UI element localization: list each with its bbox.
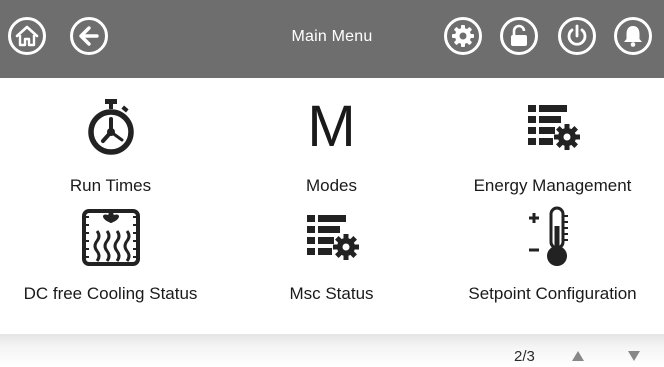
menu-item-modes[interactable]: M Modes	[221, 78, 442, 196]
menu-item-setpoint-configuration[interactable]: Setpoint Configuration	[442, 196, 663, 314]
page-up-icon	[572, 351, 584, 361]
page-indicator: 2/3	[514, 348, 535, 365]
list-settings-icon	[306, 215, 359, 260]
settings-button[interactable]	[444, 17, 482, 55]
menu-item-label: Energy Management	[473, 176, 632, 195]
menu-item-label: Run Times	[69, 176, 152, 195]
pager-bar: 2/3	[0, 334, 664, 367]
power-icon	[567, 24, 587, 46]
thermometer-setpoint-icon	[528, 206, 568, 266]
power-button[interactable]	[558, 17, 596, 55]
page-down-button[interactable]	[624, 347, 644, 365]
menu-item-label: Modes	[305, 176, 358, 195]
free-cooling-icon	[81, 209, 140, 266]
menu-item-energy-management[interactable]: Energy Management	[442, 78, 663, 196]
top-bar: Main Menu	[0, 0, 664, 78]
alarm-button[interactable]	[614, 17, 652, 55]
lock-icon	[511, 24, 527, 46]
page-up-button[interactable]	[568, 347, 588, 365]
menu-item-label: Msc Status	[289, 284, 374, 303]
menu-item-dc-free-cooling-status[interactable]: DC free Cooling Status	[0, 196, 221, 314]
menu-item-run-times[interactable]: Run Times	[0, 78, 221, 196]
menu-item-label: DC free Cooling Status	[23, 284, 198, 303]
menu-item-label: Setpoint Configuration	[468, 284, 637, 303]
list-settings-icon	[527, 105, 580, 150]
menu-grid: Run Times M Modes Energy Management DC f…	[0, 78, 664, 334]
modes-m-icon: M	[307, 94, 356, 159]
alarm-bell-icon	[624, 26, 642, 47]
lock-button[interactable]	[500, 17, 538, 55]
settings-icon	[452, 25, 474, 47]
page-down-icon	[628, 351, 640, 361]
menu-item-msc-status[interactable]: Msc Status	[221, 196, 442, 314]
stopwatch-icon	[87, 99, 134, 155]
